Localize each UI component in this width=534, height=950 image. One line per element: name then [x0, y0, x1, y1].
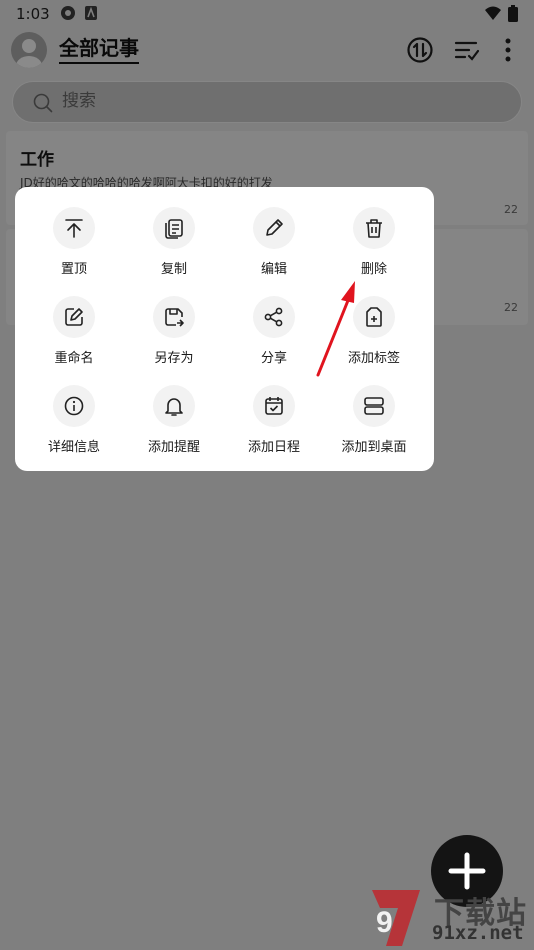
status-bar: 1:03 — [0, 0, 534, 28]
watermark-logo-icon: 9 — [372, 890, 420, 946]
menu-label: 编辑 — [260, 262, 287, 277]
edit-pencil-icon — [266, 219, 283, 236]
menu-item-details[interactable]: 详细信息 — [24, 385, 124, 465]
watermark-url: 91xz.net — [432, 922, 524, 944]
menu-label: 另存为 — [154, 351, 194, 366]
menu-item-delete[interactable]: 删除 — [324, 207, 424, 287]
note-date: 22 — [504, 203, 518, 216]
battery-icon — [508, 5, 518, 22]
menu-item-add-tag[interactable]: 添加标签 — [324, 296, 424, 376]
rename-icon — [65, 308, 83, 326]
svg-text:9: 9 — [376, 906, 393, 939]
menu-label: 添加提醒 — [147, 440, 200, 455]
menu-item-edit[interactable]: 编辑 — [224, 207, 324, 287]
context-menu: 置顶 复制 编辑 删除 重命名 另存为 分享 添加标签 详细信息 添加提醒 添加… — [15, 187, 434, 471]
menu-label: 添加日程 — [247, 440, 300, 455]
menu-label: 分享 — [260, 351, 287, 366]
menu-item-add-schedule[interactable]: 添加日程 — [224, 385, 324, 465]
copy-icon — [165, 219, 183, 239]
avatar[interactable] — [11, 32, 47, 68]
add-to-desktop-icon — [364, 397, 384, 415]
save-as-icon — [165, 308, 184, 327]
user-avatar-icon — [16, 39, 42, 68]
menu-item-add-to-desktop[interactable]: 添加到桌面 — [324, 385, 424, 465]
search-icon — [33, 93, 53, 113]
menu-label: 详细信息 — [47, 440, 100, 455]
app-a-notification-icon — [85, 6, 97, 20]
page-title[interactable]: 全部记事 — [59, 36, 139, 64]
menu-label: 置顶 — [60, 262, 87, 277]
watermark: 9 下载站 91xz.net — [362, 884, 534, 950]
menu-item-save-as[interactable]: 另存为 — [124, 296, 224, 376]
more-vertical-icon[interactable] — [494, 36, 522, 64]
note-date: 22 — [504, 301, 518, 314]
menu-label: 重命名 — [54, 351, 94, 366]
calendar-check-icon — [265, 397, 283, 415]
menu-item-add-reminder[interactable]: 添加提醒 — [124, 385, 224, 465]
menu-item-share[interactable]: 分享 — [224, 296, 324, 376]
app-header: 全部记事 — [0, 28, 534, 76]
menu-item-pin-top[interactable]: 置顶 — [24, 207, 124, 287]
search-input[interactable] — [62, 91, 462, 111]
sync-icon[interactable] — [406, 36, 434, 64]
menu-item-copy[interactable]: 复制 — [124, 207, 224, 287]
search-bar[interactable] — [12, 81, 522, 123]
bell-icon — [165, 398, 183, 416]
status-time: 1:03 — [16, 5, 50, 23]
menu-label: 删除 — [360, 262, 387, 277]
menu-label: 添加到桌面 — [341, 440, 407, 455]
share-icon — [264, 307, 283, 327]
wifi-icon — [485, 6, 501, 20]
info-icon — [64, 396, 84, 416]
menu-label: 复制 — [160, 262, 187, 277]
menu-label: 添加标签 — [347, 351, 400, 366]
add-tag-icon — [366, 307, 382, 327]
pin-top-icon — [65, 219, 83, 238]
note-title: 工作 — [20, 150, 54, 170]
menu-item-rename[interactable]: 重命名 — [24, 296, 124, 376]
sort-list-icon[interactable] — [453, 36, 481, 64]
app-notification-icon — [61, 6, 75, 20]
trash-icon — [366, 219, 382, 238]
